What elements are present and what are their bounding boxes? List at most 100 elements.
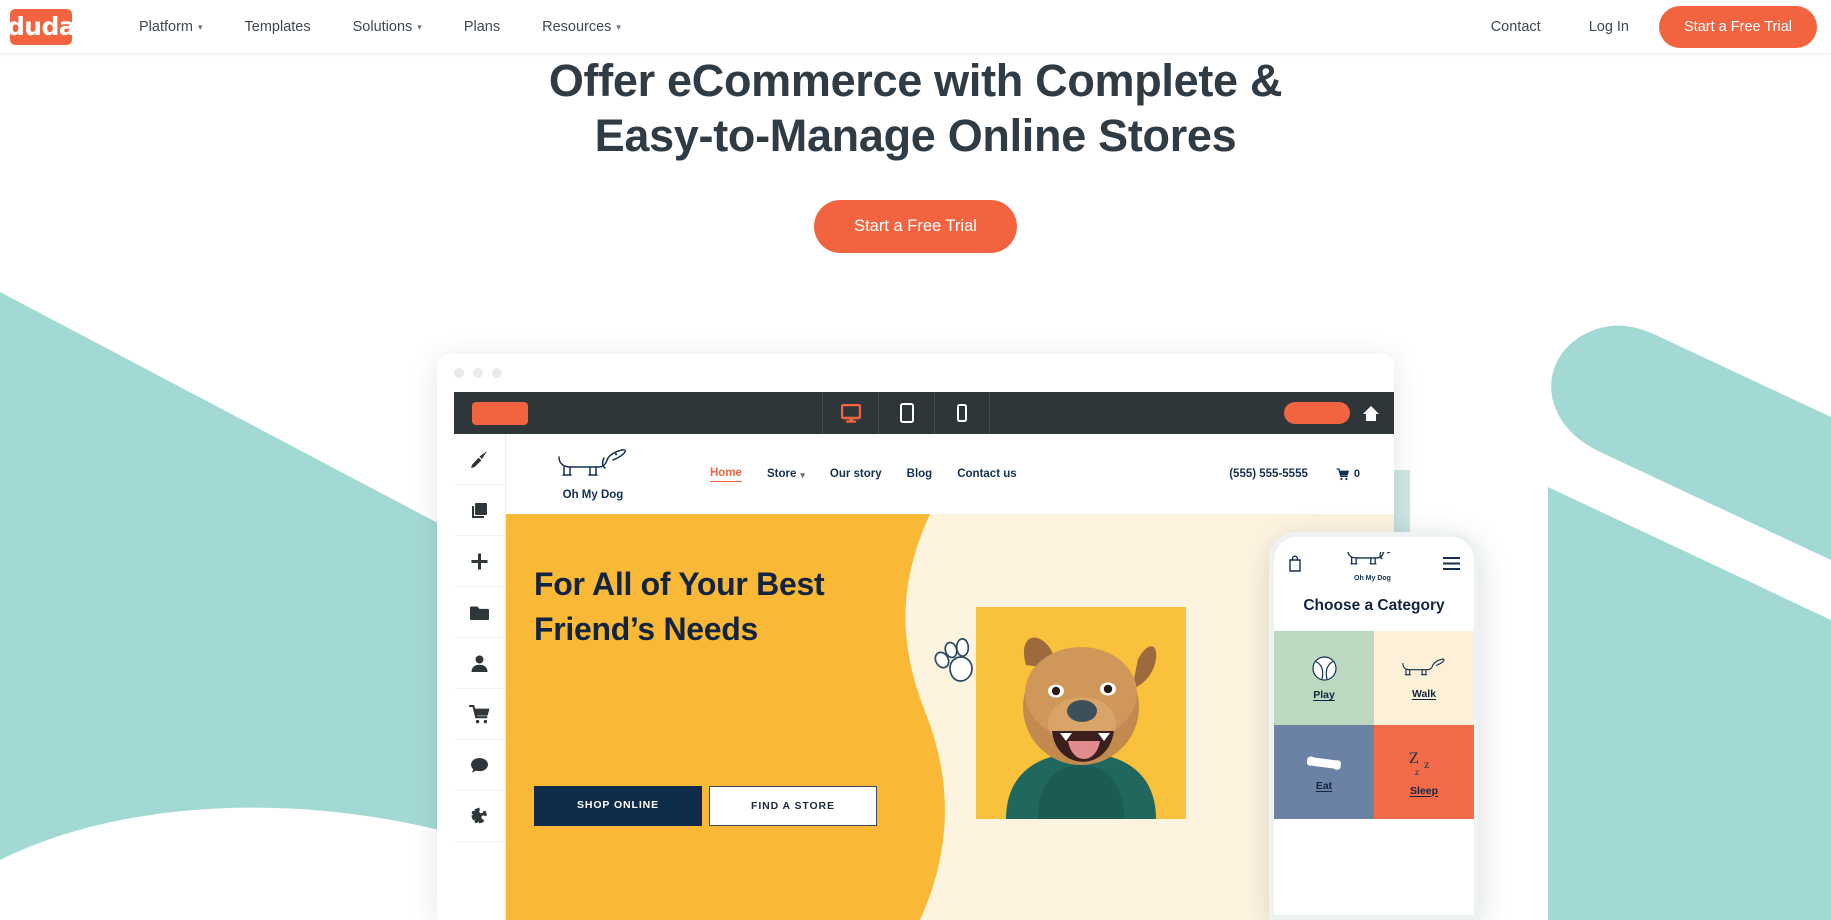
nav-item-contact[interactable]: Contact [1467, 19, 1565, 35]
nav-item-login[interactable]: Log In [1565, 19, 1653, 35]
mobile-section-title: Choose a Category [1303, 597, 1445, 614]
sleep-zzz-icon: Z z z [1409, 750, 1429, 777]
sidebar-item-store[interactable] [454, 689, 505, 740]
site-nav-home-label: Home [710, 466, 742, 479]
shopping-bag-icon[interactable] [1288, 555, 1302, 572]
nav-label-resources: Resources [542, 18, 612, 35]
chevron-down-icon: ▾ [800, 469, 805, 480]
dog-portrait-image [976, 607, 1186, 819]
toolbar-placeholder-right[interactable] [1284, 402, 1350, 424]
start-free-trial-button-hero[interactable]: Start a Free Trial [814, 199, 1017, 253]
sidebar-item-members[interactable] [454, 638, 505, 689]
toolbar-placeholder-left[interactable] [472, 401, 528, 425]
site-nav-blog-label: Blog [906, 468, 933, 480]
svg-text:z: z [1424, 757, 1429, 771]
category-tile-sleep-label: Sleep [1409, 784, 1438, 797]
site-cart[interactable]: 0 [1336, 467, 1360, 481]
category-tile-play[interactable]: Play [1274, 631, 1374, 725]
nav-item-plans[interactable]: Plans [443, 19, 521, 35]
window-maximize-dot[interactable] [492, 368, 502, 378]
page-title: Offer eCommerce with Complete & Easy-to-… [0, 53, 1831, 164]
device-switcher [822, 392, 990, 434]
cart-icon [1336, 467, 1349, 480]
shop-online-button[interactable]: SHOP ONLINE [534, 786, 702, 826]
category-tiles: Play Walk Eat Z z z Sleep [1274, 631, 1474, 819]
nav-label-plans: Plans [463, 18, 501, 35]
site-logo[interactable]: Oh My Dog [550, 448, 636, 501]
dog-walk-icon [1402, 658, 1445, 676]
mobile-logo-text: Oh My Dog [1354, 575, 1391, 582]
chevron-down-icon: ▾ [616, 22, 621, 32]
nav-item-platform[interactable]: Platform ▾ [118, 19, 224, 35]
tennis-ball-icon [1311, 656, 1337, 681]
site-hero-heading: For All of Your Best Friend’s Needs [534, 566, 825, 648]
nav-label-solutions: Solutions [352, 18, 413, 35]
svg-text:Z: Z [1409, 750, 1419, 767]
layers-icon [472, 502, 487, 518]
hero-heading-line2: Easy-to-Manage Online Stores [594, 110, 1237, 162]
site-nav-home[interactable]: Home [710, 467, 742, 482]
nav-right-group: Contact Log In Start a Free Trial [1467, 5, 1831, 48]
site-nav-our-story-label: Our story [829, 468, 882, 480]
site-nav-store[interactable]: Store ▾ [767, 468, 805, 480]
page-root: duda Platform ▾ Templates Solutions ▾ Pl… [0, 0, 1831, 920]
paw-print-icon [934, 638, 973, 682]
window-minimize-dot[interactable] [473, 368, 483, 378]
find-a-store-button[interactable]: FIND A STORE [709, 786, 877, 826]
site-nav-contact-label: Contact us [957, 468, 1017, 480]
person-icon [471, 655, 488, 672]
site-header: Oh My Dog Home Store ▾ Our story Blog Co… [506, 434, 1394, 514]
hamburger-menu-icon[interactable] [1443, 556, 1460, 570]
mobile-view-button[interactable] [934, 392, 990, 434]
folder-icon [470, 606, 489, 620]
home-icon[interactable] [1362, 405, 1380, 422]
site-nav-contact-us[interactable]: Contact us [957, 468, 1016, 480]
sidebar-item-design[interactable] [454, 434, 505, 485]
dog-photo [976, 607, 1186, 819]
nav-item-resources[interactable]: Resources ▾ [521, 19, 642, 35]
editor-toolbar [454, 392, 1394, 434]
site-nav-store-label: Store [766, 468, 797, 480]
category-tile-sleep[interactable]: Z z z Sleep [1374, 725, 1474, 819]
site-nav-blog[interactable]: Blog [907, 468, 933, 480]
nav-item-solutions[interactable]: Solutions ▾ [332, 19, 443, 35]
desktop-icon [840, 403, 861, 423]
site-nav-our-story[interactable]: Our story [830, 468, 882, 480]
chevron-down-icon: ▾ [417, 22, 422, 32]
dachshund-logo-icon [558, 448, 626, 476]
site-hero-buttons: SHOP ONLINE FIND A STORE [534, 786, 877, 826]
phone-notch [1335, 537, 1413, 552]
hero-section: Offer eCommerce with Complete & Easy-to-… [0, 53, 1831, 253]
site-hero-copy: For All of Your Best Friend’s Needs [534, 562, 894, 653]
mobile-icon [957, 404, 967, 422]
category-tile-play-label: Play [1313, 689, 1335, 701]
tablet-view-button[interactable] [878, 392, 934, 434]
nav-label-platform: Platform [139, 18, 193, 35]
nav-label-templates: Templates [244, 18, 311, 35]
category-tile-eat[interactable]: Eat [1274, 725, 1374, 819]
puzzle-icon [471, 807, 488, 823]
sidebar-item-pages[interactable] [454, 587, 505, 638]
site-preview-canvas: Oh My Dog Home Store ▾ Our story Blog Co… [506, 434, 1394, 920]
top-navigation-bar: duda Platform ▾ Templates Solutions ▾ Pl… [0, 0, 1831, 53]
toolbar-right-group [1284, 402, 1394, 424]
desktop-view-button[interactable] [822, 392, 878, 434]
category-tile-walk[interactable]: Walk [1374, 631, 1474, 725]
sidebar-item-apps[interactable] [454, 791, 505, 842]
category-tile-walk-label: Walk [1411, 688, 1437, 700]
main-nav-links: Platform ▾ Templates Solutions ▾ Plans R… [118, 19, 642, 35]
duda-logo[interactable]: duda [7, 8, 76, 45]
site-hero: For All of Your Best Friend’s Needs SHOP… [506, 514, 1394, 920]
start-free-trial-button-header[interactable]: Start a Free Trial [1659, 5, 1817, 48]
category-tile-eat-label: Eat [1315, 779, 1333, 792]
sidebar-item-add[interactable] [454, 536, 505, 587]
nav-item-templates[interactable]: Templates [224, 19, 332, 35]
sidebar-item-comments[interactable] [454, 740, 505, 791]
svg-text:z: z [1415, 767, 1419, 777]
window-close-dot[interactable] [454, 368, 464, 378]
brush-icon [471, 450, 487, 468]
site-logo-text: Oh My Dog [562, 488, 624, 501]
hero-heading-line1: Offer eCommerce with Complete & [548, 55, 1283, 106]
sidebar-item-layers[interactable] [454, 485, 505, 536]
site-phone-number[interactable]: (555) 555-5555 [1229, 468, 1308, 480]
